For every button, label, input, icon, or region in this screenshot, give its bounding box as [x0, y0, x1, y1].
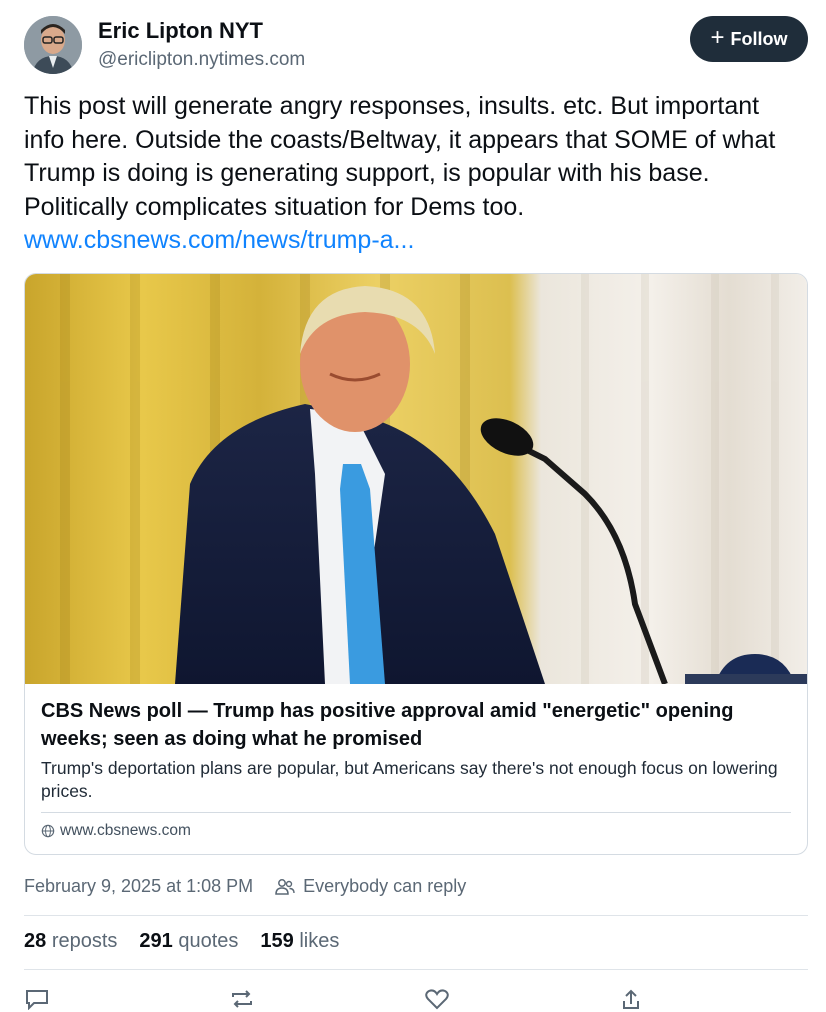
reposts-stat[interactable]: 28 reposts — [24, 930, 117, 953]
avatar[interactable] — [24, 16, 82, 74]
reposts-label: reposts — [51, 930, 118, 952]
quotes-label: quotes — [178, 930, 239, 952]
reply-icon — [26, 990, 48, 1010]
avatar-image — [24, 16, 82, 74]
likes-count: 159 — [260, 930, 294, 952]
post-timestamp[interactable]: February 9, 2025 at 1:08 PM — [24, 876, 253, 897]
post-link[interactable]: www.cbsnews.com/news/trump-a... — [24, 224, 804, 258]
repost-icon — [232, 990, 252, 1008]
share-icon — [623, 989, 639, 1009]
quotes-stat[interactable]: 291 quotes — [139, 930, 238, 953]
globe-icon — [41, 824, 55, 838]
heart-icon — [425, 989, 449, 1010]
post-text: This post will generate angry responses,… — [24, 90, 804, 258]
follow-button-label: Follow — [730, 28, 788, 49]
quotes-count: 291 — [139, 930, 173, 952]
reply-button[interactable] — [24, 988, 50, 1010]
embed-domain-text: www.cbsnews.com — [60, 822, 191, 839]
divider — [24, 915, 808, 916]
follow-button[interactable]: + Follow — [690, 16, 808, 62]
like-button[interactable] — [424, 988, 450, 1010]
embed-title[interactable]: CBS News poll — Trump has positive appro… — [41, 697, 791, 753]
likes-stat[interactable]: 159 likes — [260, 930, 339, 953]
post-meta: February 9, 2025 at 1:08 PM Everybody ca… — [24, 876, 466, 897]
post-stats: 28 reposts 291 quotes 159 likes — [24, 930, 339, 953]
share-button[interactable] — [620, 988, 642, 1010]
plus-icon: + — [710, 24, 725, 51]
author-handle[interactable]: @ericlipton.nytimes.com — [98, 49, 305, 71]
reposts-count: 28 — [24, 930, 47, 952]
people-icon — [275, 878, 295, 895]
action-bar — [24, 988, 808, 1012]
embed-thumbnail-image — [25, 274, 807, 684]
post-body: This post will generate angry responses,… — [24, 92, 776, 221]
repost-button[interactable] — [229, 988, 255, 1010]
embed-description: Trump's deportation plans are popular, b… — [41, 758, 778, 801]
likes-label: likes — [299, 930, 340, 952]
divider — [24, 969, 808, 970]
embed-divider — [41, 812, 791, 813]
post-thread-view: Eric Lipton NYT @ericlipton.nytimes.com … — [0, 0, 826, 1010]
embed-domain: www.cbsnews.com — [41, 822, 191, 840]
link-embed-card[interactable]: CBS News poll — Trump has positive appro… — [24, 273, 808, 855]
author-name[interactable]: Eric Lipton NYT — [98, 18, 263, 44]
reply-setting[interactable]: Everybody can reply — [303, 876, 466, 897]
